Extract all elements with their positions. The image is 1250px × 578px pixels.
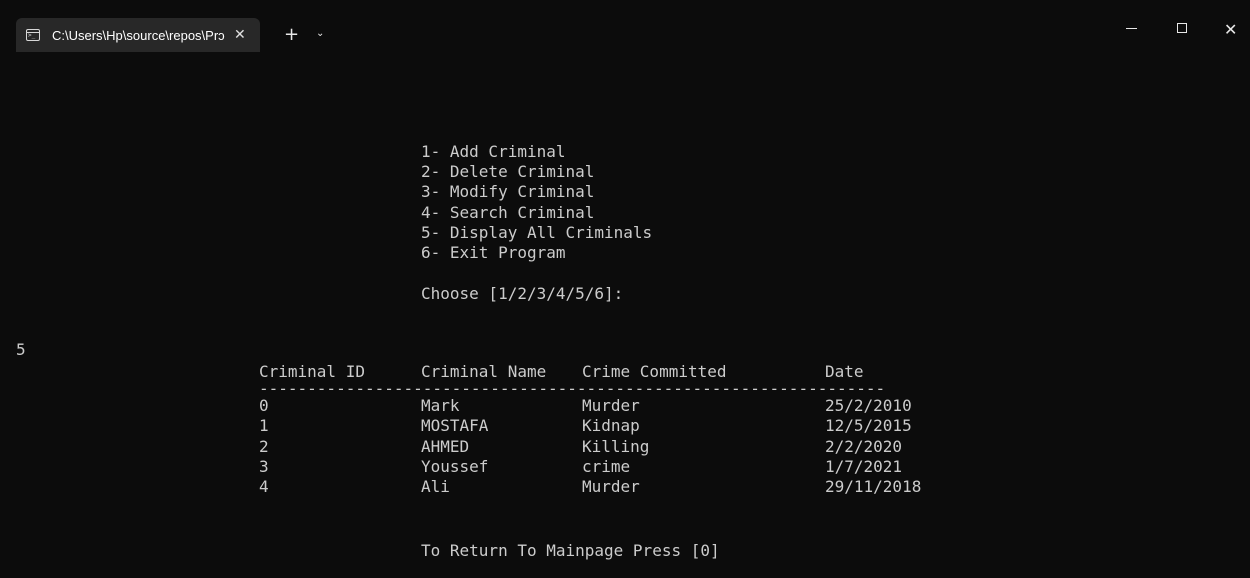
tab-console[interactable]: C:\Users\Hp\source\repos\Prɔ ✕ — [16, 18, 260, 52]
tab-title: C:\Users\Hp\source\repos\Prɔ — [52, 27, 225, 43]
cell-crime: Murder — [582, 476, 640, 496]
table-row: 0 Mark Murder 25/2/2010 — [259, 396, 912, 416]
cell-crime: Killing — [582, 436, 650, 456]
main-menu: 1- Add Criminal 2- Delete Criminal 3- Mo… — [421, 142, 652, 263]
cell-name: Ali — [421, 476, 450, 496]
cell-name: AHMED — [421, 436, 470, 456]
criminals-table: Criminal ID Criminal Name Crime Committe… — [259, 362, 921, 497]
minimize-icon[interactable] — [1126, 20, 1138, 32]
cell-crime: Kidnap — [582, 416, 640, 436]
table-row: 1 MOSTAFA Kidnap 12/5/2015 — [259, 416, 912, 436]
menu-item-search: 4- Search Criminal — [421, 202, 595, 222]
menu-item-exit: 6- Exit Program — [421, 242, 566, 262]
new-tab-button[interactable]: + — [284, 24, 299, 45]
console-app-icon — [26, 29, 40, 41]
table-separator: ----------------------------------------… — [259, 379, 886, 399]
title-bar: C:\Users\Hp\source\repos\Prɔ ✕ + ⌄ ✕ — [0, 0, 1250, 64]
cell-crime: crime — [582, 456, 631, 476]
return-instruction: To Return To Mainpage Press [0] — [421, 541, 720, 560]
cell-date: 25/2/2010 — [825, 396, 912, 416]
cell-id: 3 — [259, 456, 269, 476]
cell-id: 4 — [259, 476, 269, 496]
chevron-down-icon[interactable]: ⌄ — [316, 28, 324, 39]
cell-crime: Murder — [582, 396, 640, 416]
cell-date: 29/11/2018 — [825, 476, 922, 496]
maximize-icon[interactable] — [1177, 23, 1187, 33]
cell-date: 1/7/2021 — [825, 456, 903, 476]
menu-item-modify: 3- Modify Criminal — [421, 182, 595, 202]
cell-date: 12/5/2015 — [825, 416, 912, 436]
close-icon[interactable]: ✕ — [1224, 20, 1237, 39]
table-row: 3 Youssef crime 1/7/2021 — [259, 456, 902, 477]
cell-name: MOSTAFA — [421, 416, 489, 436]
cell-name: Mark — [421, 396, 460, 416]
terminal-window: C:\Users\Hp\source\repos\Prɔ ✕ + ⌄ ✕ 1- … — [0, 0, 1250, 578]
cell-id: 1 — [259, 416, 269, 436]
tab-close-icon[interactable]: ✕ — [234, 27, 246, 43]
cell-id: 0 — [259, 396, 269, 416]
cell-date: 2/2/2020 — [825, 436, 903, 456]
cell-id: 2 — [259, 436, 269, 456]
choice-prompt: Choose [1/2/3/4/5/6]: — [421, 284, 624, 303]
console-output[interactable]: 1- Add Criminal 2- Delete Criminal 3- Mo… — [0, 64, 1250, 578]
table-row: 2 AHMED Killing 2/2/2020 — [259, 436, 902, 457]
menu-item-delete: 2- Delete Criminal — [421, 162, 595, 182]
user-input: 5 — [16, 340, 26, 359]
cell-name: Youssef — [421, 456, 489, 476]
menu-item-add: 1- Add Criminal — [421, 142, 566, 161]
table-row: 4 Ali Murder 29/11/2018 — [259, 476, 921, 497]
menu-item-display-all: 5- Display All Criminals — [421, 222, 653, 242]
